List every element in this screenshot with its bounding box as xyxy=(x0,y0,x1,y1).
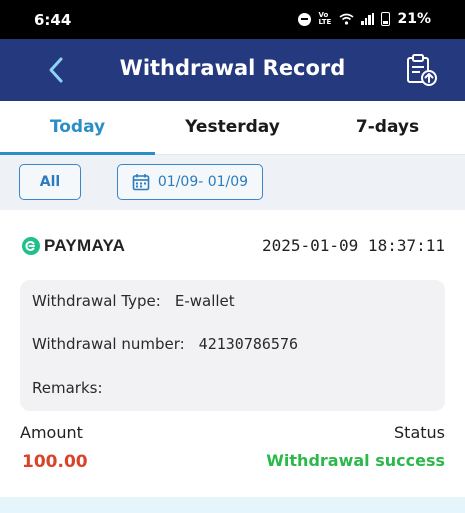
tab-today[interactable]: Today xyxy=(0,101,155,155)
withdrawal-number-label: Withdrawal number: xyxy=(32,335,185,353)
clipboard-upload-icon xyxy=(407,54,437,86)
signal-icon xyxy=(361,13,375,25)
status-bar: 6:44 Vo LTE 21% xyxy=(0,0,465,39)
withdrawal-type-row: Withdrawal Type: E-wallet xyxy=(32,292,235,310)
withdrawal-record-card[interactable]: PAYMAYA 2025-01-09 18:37:11 Withdrawal T… xyxy=(0,210,465,497)
next-record-edge xyxy=(0,497,465,513)
filter-all-button[interactable]: All xyxy=(19,164,81,200)
remarks-row: Remarks: xyxy=(32,379,103,397)
date-tabs: Today Yesterday 7-days xyxy=(0,101,465,155)
wifi-icon xyxy=(339,13,354,25)
tab-yesterday[interactable]: Yesterday xyxy=(155,101,310,154)
date-range-label: 01/09- 01/09 xyxy=(157,174,249,190)
tab-7-days[interactable]: 7-days xyxy=(310,101,465,154)
paymaya-icon xyxy=(22,237,40,255)
page-title: Withdrawal Record xyxy=(119,56,346,80)
status-value: Withdrawal success xyxy=(266,451,445,470)
status-time: 6:44 xyxy=(34,11,72,29)
withdrawal-type-label: Withdrawal Type: xyxy=(32,292,161,310)
app-header: Withdrawal Record xyxy=(0,39,465,101)
paymaya-logo: PAYMAYA xyxy=(22,236,125,256)
status-icons: Vo LTE 21% xyxy=(298,11,431,27)
battery-percent: 21% xyxy=(397,11,431,27)
battery-icon xyxy=(381,12,391,26)
record-details: Withdrawal Type: E-wallet Withdrawal numb… xyxy=(20,280,445,411)
provider-name: PAYMAYA xyxy=(44,236,126,255)
calendar-icon xyxy=(132,174,150,191)
record-datetime: 2025-01-09 18:37:11 xyxy=(261,236,445,255)
remarks-label: Remarks: xyxy=(32,379,103,397)
status-label: Status xyxy=(394,423,445,442)
volte-icon: Vo LTE xyxy=(318,11,332,26)
dnd-icon xyxy=(298,12,312,26)
withdrawal-number-row: Withdrawal number: 42130786576 xyxy=(32,335,298,353)
date-range-button[interactable]: 01/09- 01/09 xyxy=(117,164,263,200)
withdrawal-number-value: 42130786576 xyxy=(198,335,299,353)
filter-bar: All 01/09- 01/09 xyxy=(0,155,465,210)
export-record-button[interactable] xyxy=(403,51,441,89)
amount-label: Amount xyxy=(20,423,83,442)
amount-value: 100.00 xyxy=(22,452,88,472)
withdrawal-type-value: E-wallet xyxy=(174,292,235,310)
